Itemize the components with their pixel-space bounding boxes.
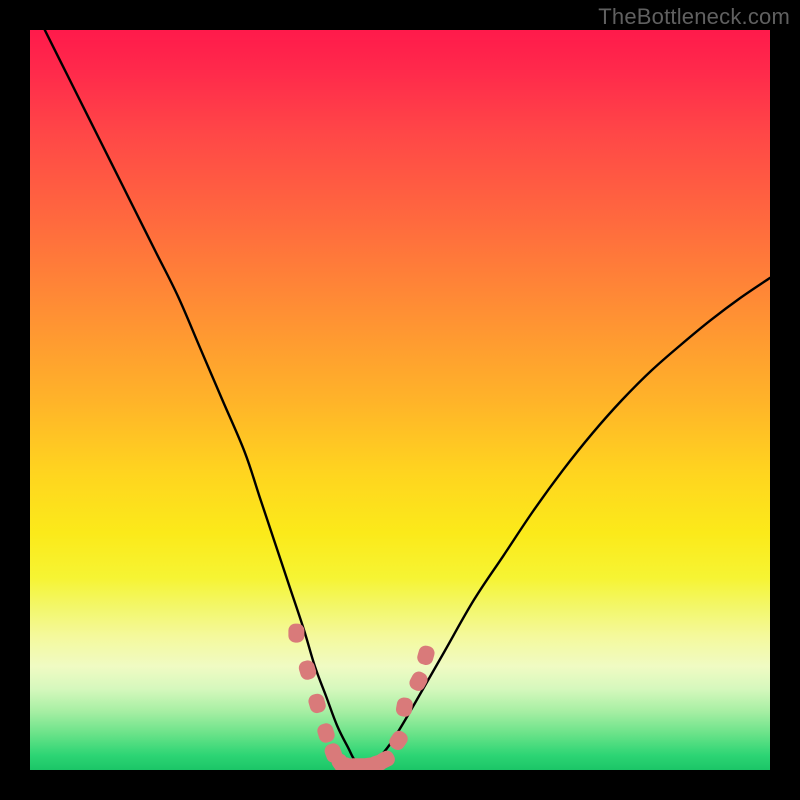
plot-area [30,30,770,770]
valley-marker [387,728,411,753]
valley-marker [407,669,430,693]
attribution-text: TheBottleneck.com [598,4,790,30]
valley-marker [316,722,337,745]
valley-marker [395,696,414,718]
chart-svg [30,30,770,770]
valley-markers [288,624,436,770]
valley-marker [288,624,304,643]
chart-frame: TheBottleneck.com [0,0,800,800]
valley-marker [307,692,328,715]
bottleneck-curve [45,30,770,766]
valley-marker [416,644,437,667]
